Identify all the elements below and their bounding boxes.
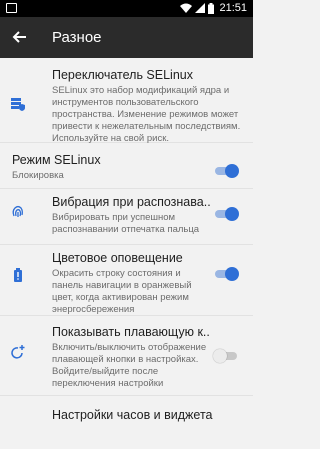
battery-alert-icon [14,268,22,282]
item-title: Вибрация при распознава.. [52,195,211,209]
back-arrow-icon[interactable] [10,27,30,47]
selinux-switcher-item[interactable]: Переключатель SELinux SELinux это набор … [0,58,253,144]
color-notification-toggle[interactable] [213,267,239,281]
settings-list: Переключатель SELinux SELinux это набор … [0,58,253,436]
fingerprint-vibration-item[interactable]: Вибрация при распознава.. Вибрировать пр… [0,189,253,245]
item-title: Настройки часов и виджета [52,408,213,422]
notification-icon [6,3,17,13]
item-summary: Включить/выключить отображение плавающей… [52,342,207,389]
battery-icon [208,2,215,14]
page-title: Разное [52,29,102,46]
item-summary: SELinux это набор модификаций ядра и инс… [52,85,241,144]
app-bar: Разное [0,17,253,58]
clock-widget-settings-item[interactable]: Настройки часов и виджета [0,396,253,436]
color-notification-item[interactable]: Цветовое оповещение Окрасить строку сост… [0,245,253,316]
wifi-icon [180,3,193,13]
item-summary: Окрасить строку состояния и панель навиг… [52,268,192,315]
item-title: Показывать плавающую к.. [52,325,210,339]
fingerprint-vibration-toggle[interactable] [213,207,239,221]
selinux-mode-item[interactable]: Режим SELinux Блокировка [0,143,253,189]
fingerprint-icon [12,205,23,217]
item-title: Режим SELinux [12,153,101,167]
item-title: Переключатель SELinux [52,68,193,82]
item-title: Цветовое оповещение [52,251,183,265]
server-shield-icon [11,98,25,111]
clock: 21:51 [219,2,247,14]
floating-button-toggle[interactable] [213,349,239,363]
status-bar: 21:51 [0,0,253,17]
item-summary: Вибрировать при успешном распознавании о… [52,212,200,235]
signal-icon [195,3,206,13]
floating-button-item[interactable]: Показывать плавающую к.. Включить/выключ… [0,316,253,396]
selinux-mode-toggle[interactable] [213,164,239,178]
item-summary: Блокировка [12,170,64,181]
rotate-add-icon [11,345,25,359]
